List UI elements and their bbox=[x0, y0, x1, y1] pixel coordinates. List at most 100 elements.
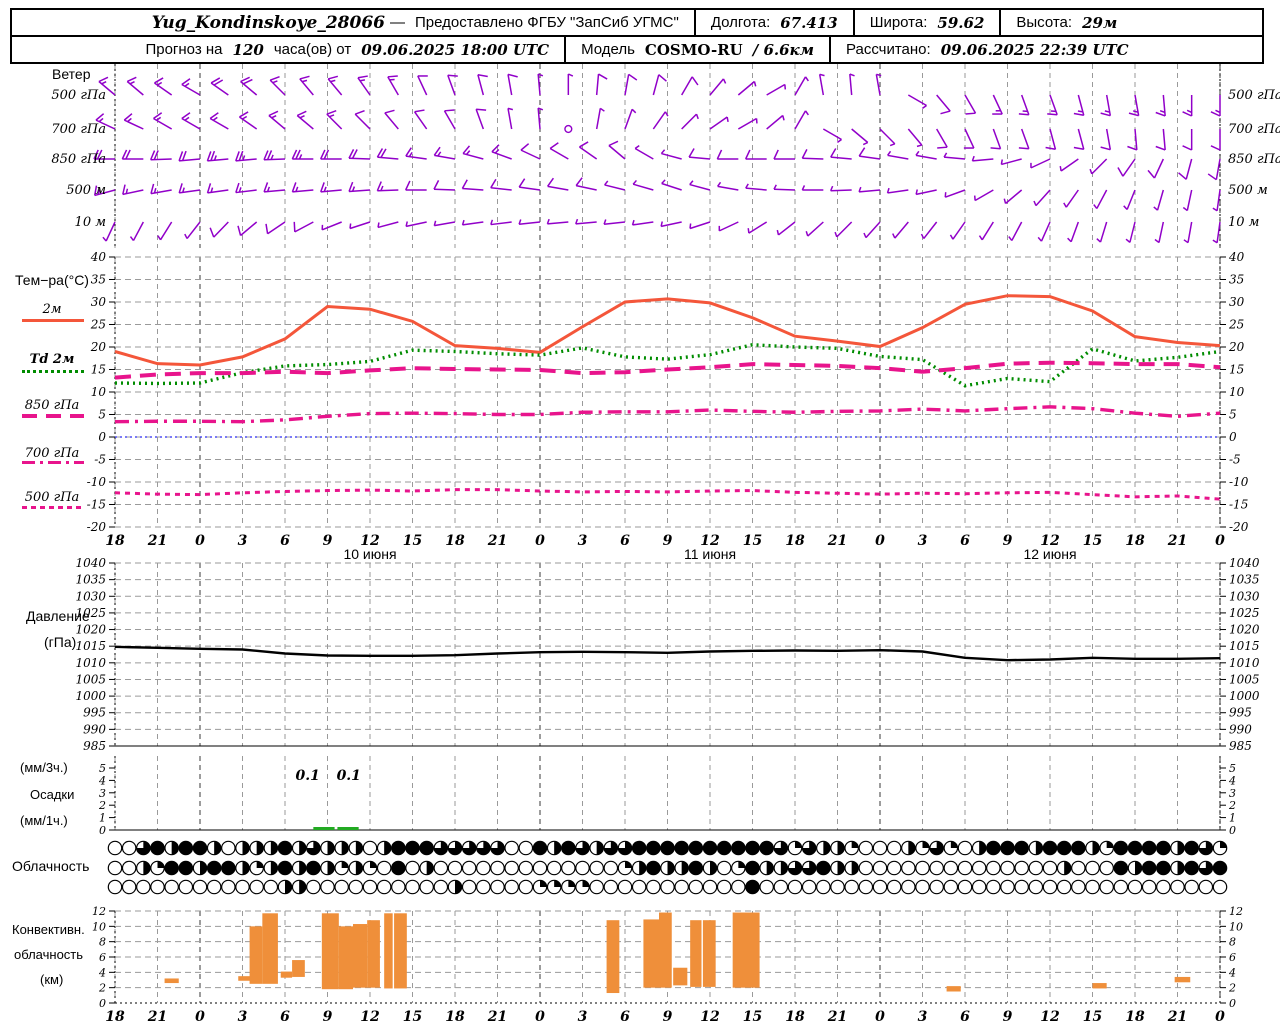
temp-ytick-left: 15 bbox=[91, 363, 106, 377]
convective-bar bbox=[280, 971, 293, 978]
conv-hour-label: 9 bbox=[323, 1009, 333, 1024]
hour-label: 21 bbox=[827, 533, 847, 549]
pressure-ytick-right: 1020 bbox=[1229, 623, 1260, 637]
convective-bar bbox=[690, 920, 702, 987]
convective-bar bbox=[659, 912, 672, 988]
pressure-ytick-right: 1000 bbox=[1229, 689, 1260, 703]
precip-bar bbox=[313, 827, 335, 830]
temp-ytick-right: -20 bbox=[1229, 520, 1249, 534]
precip-ytick-left: 5 bbox=[99, 762, 106, 775]
hour-label: 15 bbox=[403, 533, 422, 549]
temp-ytick-right: 35 bbox=[1229, 273, 1244, 287]
wind-row-label-left: 850 гПа bbox=[51, 152, 106, 167]
hour-label: 3 bbox=[578, 533, 588, 549]
convective-bar bbox=[353, 924, 368, 988]
temp-ytick-right: 10 bbox=[1229, 385, 1245, 399]
temp-ytick-right: -15 bbox=[1229, 498, 1248, 512]
precip-value-label: 0.1 bbox=[337, 768, 361, 784]
temp-ytick-right: -10 bbox=[1229, 475, 1249, 489]
conv-hour-label: 3 bbox=[578, 1009, 588, 1024]
hour-label: 15 bbox=[1083, 533, 1102, 549]
hour-label: 3 bbox=[918, 533, 928, 549]
precip-ytick-left: 1 bbox=[99, 812, 106, 825]
pressure-ytick-left: 1040 bbox=[75, 556, 106, 570]
hour-label: 0 bbox=[195, 533, 205, 549]
pressure-ytick-right: 1030 bbox=[1229, 589, 1260, 603]
hour-label: 21 bbox=[147, 533, 167, 549]
hour-label: 18 bbox=[445, 533, 465, 549]
conv-hour-label: 0 bbox=[535, 1009, 545, 1024]
temp-ytick-left: 25 bbox=[90, 318, 106, 332]
conv-ytick-right: 2 bbox=[1228, 982, 1236, 995]
convective-bar bbox=[732, 912, 760, 988]
temp-ytick-right: 25 bbox=[1228, 318, 1244, 332]
hour-label: 21 bbox=[487, 533, 507, 549]
convective-bar bbox=[1174, 976, 1191, 983]
pressure-ytick-left: 1025 bbox=[75, 606, 106, 620]
conv-hour-label: 12 bbox=[360, 1009, 380, 1024]
temp-ytick-left: 0 bbox=[98, 430, 106, 444]
conv-hour-label: 6 bbox=[620, 1009, 630, 1024]
conv-ytick-right: 10 bbox=[1229, 920, 1243, 933]
precip-ytick-right: 0 bbox=[1229, 824, 1236, 837]
pressure-ytick-right: 1035 bbox=[1229, 573, 1260, 587]
pressure-ytick-left: 1030 bbox=[75, 589, 106, 603]
conv-hour-label: 21 bbox=[827, 1009, 847, 1024]
temp-ytick-right: 30 bbox=[1229, 295, 1245, 309]
conv-hour-label: 12 bbox=[1040, 1009, 1060, 1024]
precip-value-label: 0.1 bbox=[295, 768, 319, 784]
wind-barb-chart bbox=[93, 73, 1221, 244]
pressure-ytick-left: 1005 bbox=[75, 672, 106, 686]
pressure-ytick-left: 995 bbox=[83, 706, 106, 720]
pressure-ytick-left: 1015 bbox=[75, 639, 106, 653]
precip-ytick-right: 5 bbox=[1229, 762, 1236, 775]
pressure-ytick-right: 985 bbox=[1229, 739, 1252, 753]
conv-hour-label: 3 bbox=[918, 1009, 928, 1024]
conv-hour-label: 0 bbox=[875, 1009, 885, 1024]
pressure-ytick-left: 985 bbox=[83, 739, 106, 753]
wind-row-label-right: 500 гПа bbox=[1228, 88, 1280, 103]
hour-label: 0 bbox=[875, 533, 885, 549]
conv-hour-label: 21 bbox=[487, 1009, 507, 1024]
pressure-ytick-right: 1025 bbox=[1229, 606, 1260, 620]
wind-row-label-left: 500 м bbox=[66, 183, 106, 198]
hour-label: 9 bbox=[1003, 533, 1013, 549]
conv-ytick-left: 2 bbox=[98, 982, 106, 995]
conv-ytick-left: 6 bbox=[99, 951, 106, 964]
convective-bar bbox=[384, 913, 393, 989]
convective-bar bbox=[367, 920, 380, 988]
temp-ytick-right: 15 bbox=[1229, 363, 1244, 377]
date-label: 12 июня bbox=[1023, 546, 1076, 562]
convective-bar bbox=[338, 926, 353, 990]
conv-hour-label: 3 bbox=[238, 1009, 248, 1024]
conv-ytick-left: 4 bbox=[98, 966, 106, 979]
convective-bar bbox=[702, 920, 716, 987]
wind-row-label-left: 500 гПа bbox=[51, 88, 106, 103]
conv-hour-label: 6 bbox=[960, 1009, 970, 1024]
precip-ytick-right: 1 bbox=[1229, 812, 1236, 825]
hour-label: 9 bbox=[323, 533, 333, 549]
hour-label: 6 bbox=[280, 533, 290, 549]
pressure-ytick-right: 995 bbox=[1229, 706, 1252, 720]
hour-label: 6 bbox=[620, 533, 630, 549]
hour-label: 21 bbox=[1167, 533, 1187, 549]
wind-row-label-left: 700 гПа bbox=[51, 122, 106, 137]
temp-ytick-right: 20 bbox=[1228, 340, 1245, 354]
precip-ytick-left: 4 bbox=[98, 774, 106, 787]
conv-hour-label: 15 bbox=[1083, 1009, 1102, 1024]
temp-ytick-right: 0 bbox=[1229, 430, 1237, 444]
convective-bar bbox=[249, 926, 263, 984]
conv-hour-label: 12 bbox=[700, 1009, 720, 1024]
pressure-ytick-left: 1010 bbox=[75, 656, 106, 670]
convective-bar bbox=[292, 960, 305, 977]
conv-hour-label: 0 bbox=[195, 1009, 205, 1024]
wind-row-label-left: 10 м bbox=[75, 215, 106, 230]
conv-ytick-right: 4 bbox=[1228, 966, 1236, 979]
conv-ytick-left: 10 bbox=[92, 920, 106, 933]
temp-ytick-right: 5 bbox=[1229, 408, 1237, 422]
hour-label: 18 bbox=[785, 533, 805, 549]
precip-ytick-right: 3 bbox=[1229, 787, 1236, 800]
temp-ytick-left: 40 bbox=[90, 250, 107, 264]
conv-ytick-right: 0 bbox=[1229, 997, 1236, 1010]
precip-ytick-left: 0 bbox=[99, 824, 106, 837]
